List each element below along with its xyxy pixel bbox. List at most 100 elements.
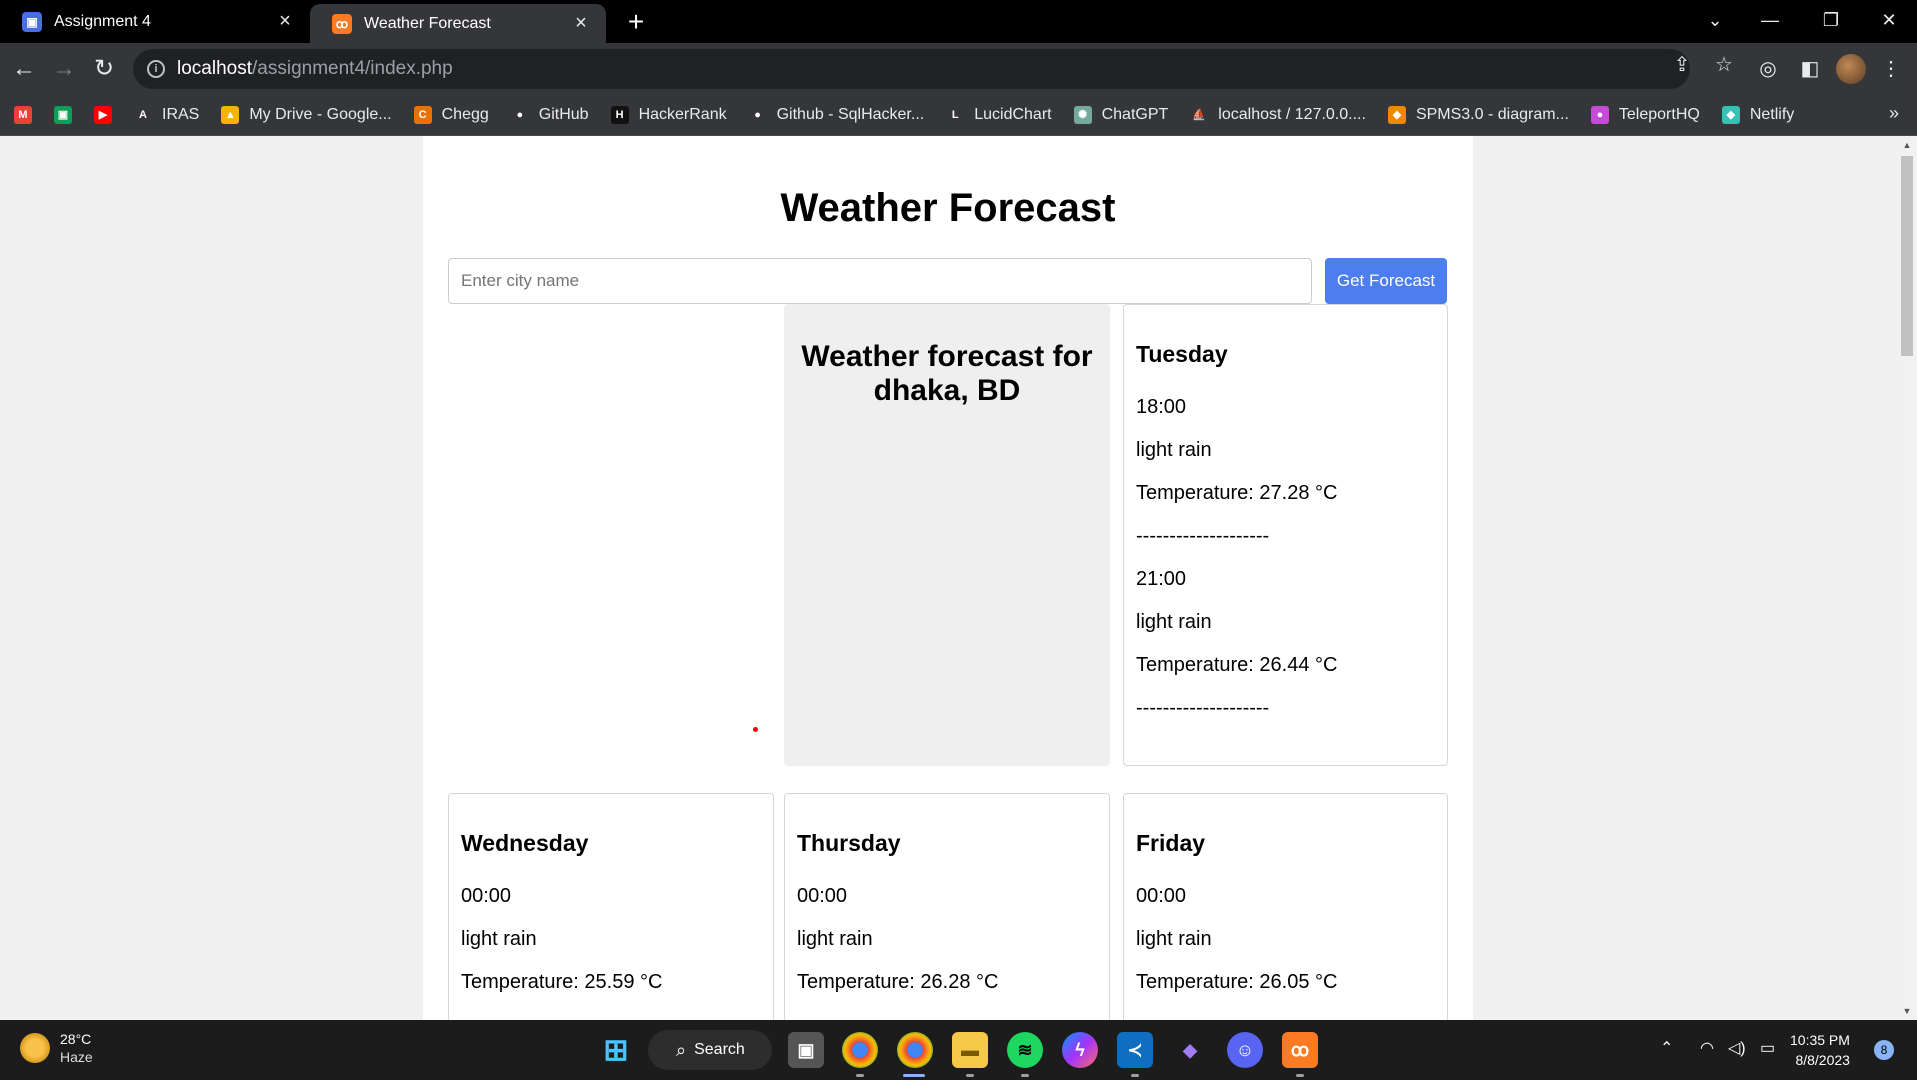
vscode-icon[interactable]: ≺	[1117, 1032, 1153, 1068]
bookmark-item[interactable]: A IRAS	[134, 106, 199, 124]
wifi-icon[interactable]: ◠	[1700, 1038, 1714, 1058]
avatar[interactable]	[1836, 54, 1866, 84]
bookmark-item[interactable]: H HackerRank	[610, 106, 727, 124]
gmail-icon: M	[14, 106, 32, 124]
forecast-time: 00:00	[1136, 885, 1187, 907]
bookmark-item[interactable]: ◆ SPMS3.0 - diagram...	[1387, 106, 1569, 124]
active-indicator	[903, 1074, 925, 1077]
running-indicator	[1296, 1074, 1304, 1077]
bookmark-item[interactable]: C Chegg	[413, 106, 489, 124]
battery-icon[interactable]: ▭	[1760, 1038, 1775, 1058]
task-view-icon[interactable]: ▣	[788, 1032, 824, 1068]
scroll-up-icon[interactable]: ▲	[1902, 140, 1912, 150]
side-panel-icon[interactable]: ◧	[1794, 53, 1826, 85]
day-heading: Friday	[1136, 830, 1206, 856]
notification-badge[interactable]: 8	[1874, 1040, 1894, 1060]
bookmark-label: IRAS	[162, 106, 200, 123]
bookmark-label: Github - SqlHacker...	[776, 106, 925, 123]
bookmark-item[interactable]: ✺ ChatGPT	[1073, 106, 1169, 124]
xampp-icon[interactable]: ꝏ	[1282, 1032, 1318, 1068]
window-close-icon[interactable]: ✕	[1864, 0, 1914, 40]
spotify-icon[interactable]: ≋	[1007, 1032, 1043, 1068]
clock[interactable]: 10:35 PM 8/8/2023	[1790, 1030, 1850, 1070]
red-dot	[753, 727, 758, 732]
bookmark-item[interactable]: ● Github - SqlHacker...	[748, 106, 925, 124]
bookmark-item[interactable]: ⛵ localhost / 127.0.0....	[1190, 106, 1366, 124]
running-indicator	[1131, 1074, 1139, 1077]
xampp-icon: ꝏ	[332, 13, 352, 34]
bookmark-label: Chegg	[441, 106, 489, 123]
running-indicator	[966, 1074, 974, 1077]
windows-taskbar: 28°C Haze ⊞ ⌕ Search ▣ ▬ ≋ ϟ ≺ ◆ ☺ ꝏ ⌃ ◠…	[0, 1020, 1917, 1080]
menu-icon[interactable]: ⋮	[1875, 53, 1907, 85]
bookmark-item[interactable]: L LucidChart	[946, 106, 1052, 124]
bookmark-item[interactable]: M	[14, 106, 32, 124]
bookmark-item[interactable]: ▲ My Drive - Google...	[221, 106, 392, 124]
netlify-icon: ◆	[1721, 106, 1740, 124]
bookmark-label: GitHub	[538, 106, 589, 123]
bookmarks-overflow-icon[interactable]: »	[1889, 103, 1899, 124]
star-icon[interactable]: ☆	[1710, 51, 1738, 79]
city-input[interactable]	[448, 258, 1312, 304]
forecast-time: 18:00	[1136, 396, 1187, 418]
forecast-time: 00:00	[461, 885, 512, 907]
bookmark-label: ChatGPT	[1101, 106, 1169, 123]
taskbar-search[interactable]: ⌕ Search	[648, 1030, 772, 1070]
tab-weather-forecast[interactable]: ꝏ Weather Forecast ×	[310, 4, 606, 43]
forecast-description: light rain	[797, 928, 873, 950]
teleporthq-icon: ●	[1590, 106, 1609, 124]
day-heading: Wednesday	[461, 830, 589, 856]
youtube-icon: ▶	[94, 106, 112, 124]
file-explorer-icon[interactable]: ▬	[952, 1032, 988, 1068]
separator: --------------------	[1136, 525, 1270, 547]
bookmark-label: LucidChart	[974, 106, 1052, 123]
day-heading: Thursday	[797, 830, 901, 856]
forecast-time: 00:00	[797, 885, 848, 907]
weather-temp: 28°C	[60, 1031, 92, 1047]
chrome-icon[interactable]	[842, 1032, 878, 1068]
github-icon: ●	[510, 106, 529, 124]
forecast-temperature: Temperature: 26.44 °C	[1136, 654, 1338, 676]
scrollbar-thumb[interactable]	[1901, 156, 1913, 356]
page-scrollbar[interactable]: ▲ ▼	[1897, 136, 1917, 1020]
volume-icon[interactable]: ◁)	[1728, 1038, 1746, 1058]
day-card-friday: Friday 00:00 light rain Temperature: 26.…	[1123, 793, 1448, 1020]
messenger-icon[interactable]: ϟ	[1062, 1032, 1098, 1068]
close-icon[interactable]: ×	[570, 12, 592, 35]
weather-widget[interactable]: 28°C Haze	[20, 1030, 93, 1066]
restore-icon[interactable]: ❐	[1806, 0, 1856, 40]
search-icon: ⌕	[676, 1039, 687, 1060]
tab-search-icon[interactable]: ⌄	[1690, 0, 1740, 40]
address-bar[interactable]: i localhost/assignment4/index.php	[133, 49, 1690, 89]
bookmark-item[interactable]: ◆ Netlify	[1721, 106, 1794, 124]
bookmark-item[interactable]: ▶	[94, 106, 112, 124]
new-tab-button[interactable]: +	[620, 6, 652, 38]
extension-icon[interactable]: ◎	[1752, 53, 1784, 85]
get-forecast-button[interactable]: Get Forecast	[1325, 258, 1447, 304]
classroom-icon: ▣	[22, 11, 42, 32]
browser-toolbar: ← → ↻ i localhost/assignment4/index.php …	[0, 43, 1917, 95]
chrome-profile-icon[interactable]	[897, 1032, 933, 1068]
browser-titlebar: ▣ Assignment 4 × ꝏ Weather Forecast × + …	[0, 0, 1917, 43]
chevron-up-icon[interactable]: ⌃	[1660, 1038, 1673, 1058]
reload-icon[interactable]: ↻	[88, 53, 120, 85]
tab-assignment-4[interactable]: ▣ Assignment 4 ×	[0, 0, 310, 43]
weather-condition: Haze	[60, 1049, 93, 1065]
back-arrow-icon[interactable]: ←	[8, 53, 40, 85]
forecast-summary: Weather forecast for dhaka, BD	[784, 304, 1110, 766]
bookmark-item[interactable]: ● TeleportHQ	[1590, 106, 1700, 124]
share-icon[interactable]: ⇪	[1668, 51, 1696, 79]
bookmark-item[interactable]: ● GitHub	[510, 106, 589, 124]
app-icon[interactable]: ◆	[1172, 1032, 1208, 1068]
forward-arrow-icon[interactable]: →	[48, 53, 80, 85]
minimize-icon[interactable]: —	[1745, 0, 1795, 40]
github-icon: ●	[748, 106, 767, 124]
discord-icon[interactable]: ☺	[1227, 1032, 1263, 1068]
start-icon[interactable]: ⊞	[598, 1032, 634, 1068]
close-icon[interactable]: ×	[274, 10, 296, 33]
bookmark-item[interactable]: ▣	[54, 106, 72, 124]
info-icon[interactable]: i	[147, 60, 165, 78]
forecast-description: light rain	[461, 928, 537, 950]
scroll-down-icon[interactable]: ▼	[1902, 1006, 1912, 1016]
url-host: localhost	[177, 58, 252, 79]
